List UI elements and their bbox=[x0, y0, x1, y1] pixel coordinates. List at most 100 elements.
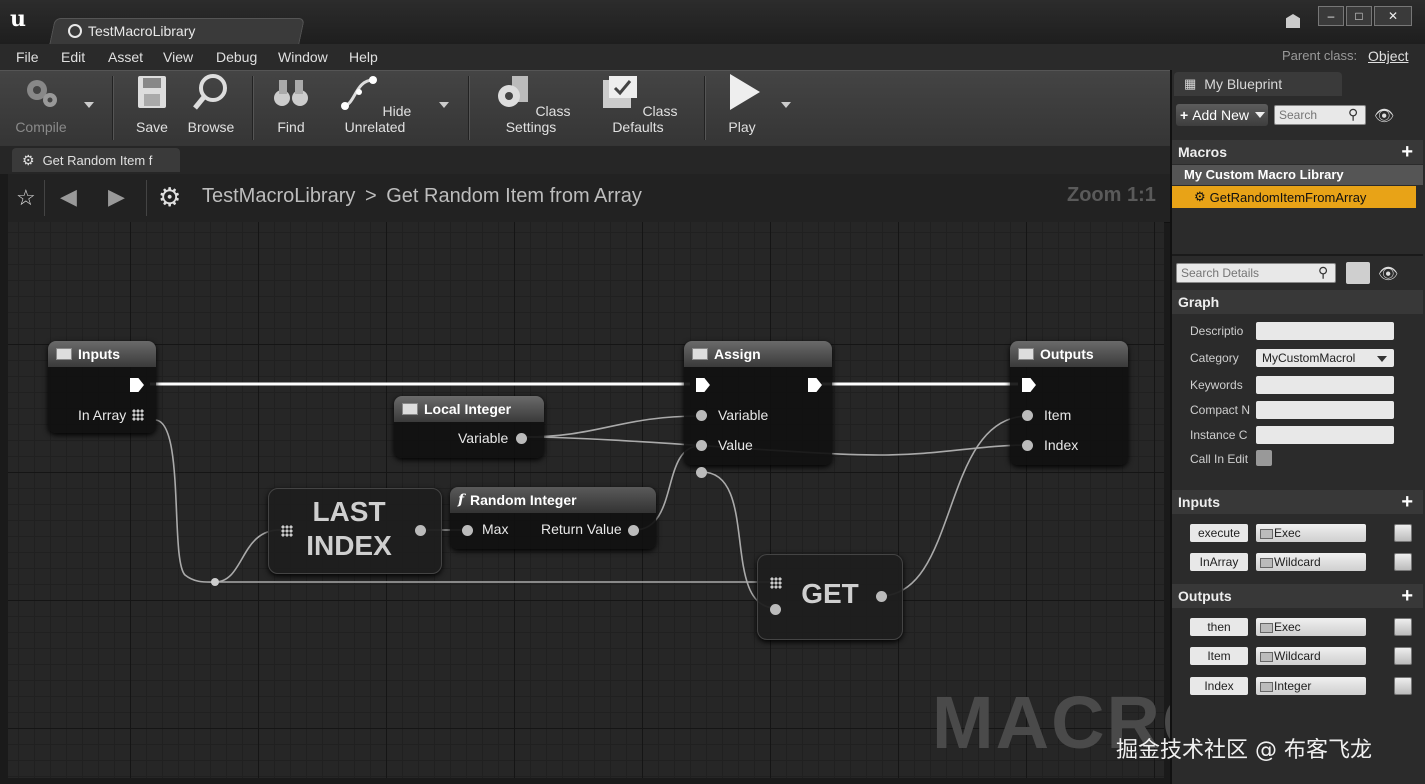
outputs-section-header[interactable]: Outputs + bbox=[1172, 584, 1423, 608]
output-item-move-up[interactable] bbox=[1394, 647, 1412, 665]
last-index-line1: LAST bbox=[312, 496, 386, 527]
variable-wire-assign bbox=[523, 415, 701, 438]
function-icon: f bbox=[458, 492, 465, 508]
add-new-label: Add New bbox=[1192, 107, 1249, 123]
keywords-field[interactable] bbox=[1256, 376, 1394, 394]
assign-node-icon bbox=[692, 348, 708, 360]
inputs-node-header: Inputs bbox=[48, 341, 156, 367]
graph-section-header[interactable]: Graph bbox=[1172, 290, 1423, 314]
input-execute-name[interactable]: execute bbox=[1190, 524, 1248, 542]
random-integer-node[interactable]: f Random Integer Max Return Value bbox=[450, 487, 656, 549]
last-index-output-pin[interactable] bbox=[415, 525, 426, 536]
add-new-dropdown-icon bbox=[1255, 112, 1265, 118]
output-then-name[interactable]: then bbox=[1190, 618, 1248, 636]
random-integer-max-label: Max bbox=[482, 521, 509, 537]
get-array-pin[interactable] bbox=[770, 577, 782, 589]
call-in-editor-checkbox[interactable] bbox=[1256, 450, 1272, 466]
last-index-array-pin[interactable] bbox=[281, 525, 293, 537]
wires-layer bbox=[150, 382, 1029, 609]
assign-variable-pin[interactable] bbox=[696, 410, 707, 421]
input-inarray-name[interactable]: InArray bbox=[1190, 553, 1248, 571]
in-array-pin-label: In Array bbox=[78, 407, 127, 423]
site-watermark: 掘金技术社区 @ 布客飞龙 bbox=[1116, 738, 1372, 763]
random-integer-return-pin[interactable] bbox=[628, 525, 639, 536]
inputs-header-label: Inputs bbox=[1178, 494, 1220, 510]
description-field-label: Descriptio bbox=[1190, 324, 1244, 338]
macro-category-label: My Custom Macro Library bbox=[1184, 167, 1344, 182]
add-new-button[interactable]: + Add New bbox=[1176, 104, 1268, 126]
macro-category-row[interactable]: My Custom Macro Library bbox=[1172, 165, 1423, 185]
reroute-node[interactable] bbox=[211, 578, 219, 586]
property-matrix-icon[interactable] bbox=[1346, 262, 1370, 284]
assign-exec-out-pin[interactable] bbox=[808, 378, 822, 392]
array-wire-1 bbox=[154, 419, 216, 583]
output-index-move-up[interactable] bbox=[1394, 677, 1412, 695]
assign-exec-in-pin[interactable] bbox=[696, 378, 710, 392]
local-integer-variable-label: Variable bbox=[458, 430, 509, 446]
close-button[interactable]: ✕ bbox=[1374, 6, 1412, 26]
description-field[interactable] bbox=[1256, 322, 1394, 340]
outputs-item-pin[interactable] bbox=[1022, 410, 1033, 421]
outputs-index-label: Index bbox=[1044, 437, 1079, 453]
inputs-section-header[interactable]: Inputs + bbox=[1172, 490, 1423, 514]
inputs-exec-pin[interactable] bbox=[130, 378, 144, 392]
details-search-input[interactable] bbox=[1176, 263, 1336, 283]
local-integer-variable-pin[interactable] bbox=[516, 433, 527, 444]
compact-node-title-label: Compact N bbox=[1190, 403, 1251, 417]
visibility-eye-icon[interactable]: 👁 bbox=[1374, 106, 1394, 126]
input-inarray-type[interactable]: Wildcard bbox=[1256, 553, 1366, 571]
random-integer-max-pin[interactable] bbox=[462, 525, 473, 536]
in-array-pin[interactable] bbox=[132, 409, 144, 421]
minimize-button[interactable]: – bbox=[1318, 6, 1344, 26]
category-field-label: Category bbox=[1190, 351, 1239, 365]
selected-macro-row[interactable]: ⚙ GetRandomItemFromArray bbox=[1172, 186, 1416, 208]
get-node[interactable]: GET bbox=[757, 554, 903, 640]
local-integer-node[interactable]: Local Integer Variable bbox=[394, 396, 544, 458]
assign-variable-label: Variable bbox=[718, 407, 769, 423]
input-execute-type[interactable]: Exec bbox=[1256, 524, 1366, 542]
output-item-name[interactable]: Item bbox=[1190, 647, 1248, 665]
outputs-node[interactable]: Outputs Item Index bbox=[1010, 341, 1128, 465]
search-icon: ⚲ bbox=[1348, 106, 1359, 122]
macros-section-header[interactable]: Macros + bbox=[1172, 140, 1423, 164]
local-integer-title: Local Integer bbox=[424, 401, 512, 417]
my-blueprint-tab[interactable]: ▦ My Blueprint bbox=[1174, 72, 1342, 96]
call-in-editor-label: Call In Edit bbox=[1190, 452, 1249, 466]
macros-header-label: Macros bbox=[1178, 144, 1228, 160]
add-output-icon[interactable]: + bbox=[1401, 585, 1413, 608]
maximize-button[interactable]: □ bbox=[1346, 6, 1372, 26]
add-input-icon[interactable]: + bbox=[1401, 491, 1413, 514]
instance-category-label: Instance C bbox=[1190, 428, 1248, 442]
selected-macro-label: GetRandomItemFromArray bbox=[1209, 189, 1367, 205]
last-index-label: LAST INDEX bbox=[299, 495, 399, 563]
macro-gear-icon: ⚙ bbox=[1194, 189, 1206, 204]
assign-value-pin[interactable] bbox=[696, 440, 707, 451]
add-macro-icon[interactable]: + bbox=[1401, 141, 1413, 164]
outputs-index-pin[interactable] bbox=[1022, 440, 1033, 451]
tunnel-node-icon bbox=[1018, 348, 1034, 360]
output-index-name[interactable]: Index bbox=[1190, 677, 1248, 695]
compact-node-title-field[interactable] bbox=[1256, 401, 1394, 419]
last-index-node[interactable]: LAST INDEX bbox=[268, 488, 442, 574]
details-visibility-eye-icon[interactable]: 👁 bbox=[1378, 264, 1398, 284]
inputs-node[interactable]: Inputs In Array bbox=[48, 341, 156, 433]
instance-category-field[interactable] bbox=[1256, 426, 1394, 444]
get-index-pin[interactable] bbox=[770, 604, 781, 615]
output-then-type[interactable]: Exec bbox=[1256, 618, 1366, 636]
get-output-pin[interactable] bbox=[876, 591, 887, 602]
category-dropdown[interactable]: MyCustomMacrol bbox=[1256, 349, 1394, 367]
output-item-type[interactable]: Wildcard bbox=[1256, 647, 1366, 665]
input-inarray-move-up[interactable] bbox=[1394, 553, 1412, 571]
parent-class-link[interactable]: Object bbox=[1368, 48, 1408, 64]
input-execute-move-up[interactable] bbox=[1394, 524, 1412, 542]
output-index-type[interactable]: Integer bbox=[1256, 677, 1366, 695]
outputs-header-label: Outputs bbox=[1178, 588, 1232, 604]
outputs-item-label: Item bbox=[1044, 407, 1072, 423]
output-then-move-up[interactable] bbox=[1394, 618, 1412, 636]
assign-output-pin[interactable] bbox=[696, 467, 707, 478]
panel-splitter[interactable] bbox=[1172, 254, 1423, 256]
random-integer-return-label: Return Value bbox=[541, 521, 622, 537]
random-integer-header: f Random Integer bbox=[450, 487, 656, 513]
assign-node[interactable]: Assign Variable Value bbox=[684, 341, 832, 478]
outputs-exec-pin[interactable] bbox=[1022, 378, 1036, 392]
